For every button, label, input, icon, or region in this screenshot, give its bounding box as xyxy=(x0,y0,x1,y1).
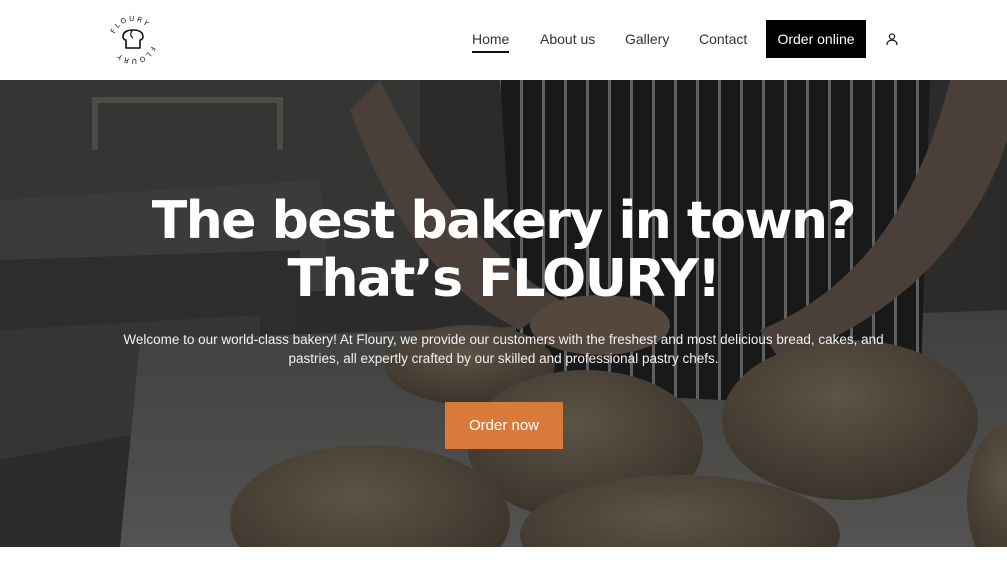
hero-title-line-2: That’s FLOURY! xyxy=(287,249,721,309)
nav-link-home[interactable]: Home xyxy=(472,30,510,53)
nav-link-contact[interactable]: Contact xyxy=(699,30,747,48)
site-header: FLOURY FLOURY Home About us Gallery Cont… xyxy=(0,0,1007,80)
hero-overlay xyxy=(0,80,1007,547)
page-bottom-strip xyxy=(0,547,1007,579)
nav-link-about-us[interactable]: About us xyxy=(540,30,595,48)
order-online-button[interactable]: Order online xyxy=(766,20,866,58)
hero-title-line-1: The best bakery in town? xyxy=(151,191,857,251)
hero-title: The best bakery in town? That’s FLOURY! xyxy=(0,192,1007,308)
order-now-button[interactable]: Order now xyxy=(445,402,563,449)
user-icon[interactable] xyxy=(885,32,899,46)
hero-description: Welcome to our world-class bakery! At Fl… xyxy=(123,332,884,366)
hero-section: The best bakery in town? That’s FLOURY! … xyxy=(0,80,1007,547)
nav-link-gallery[interactable]: Gallery xyxy=(625,30,669,48)
